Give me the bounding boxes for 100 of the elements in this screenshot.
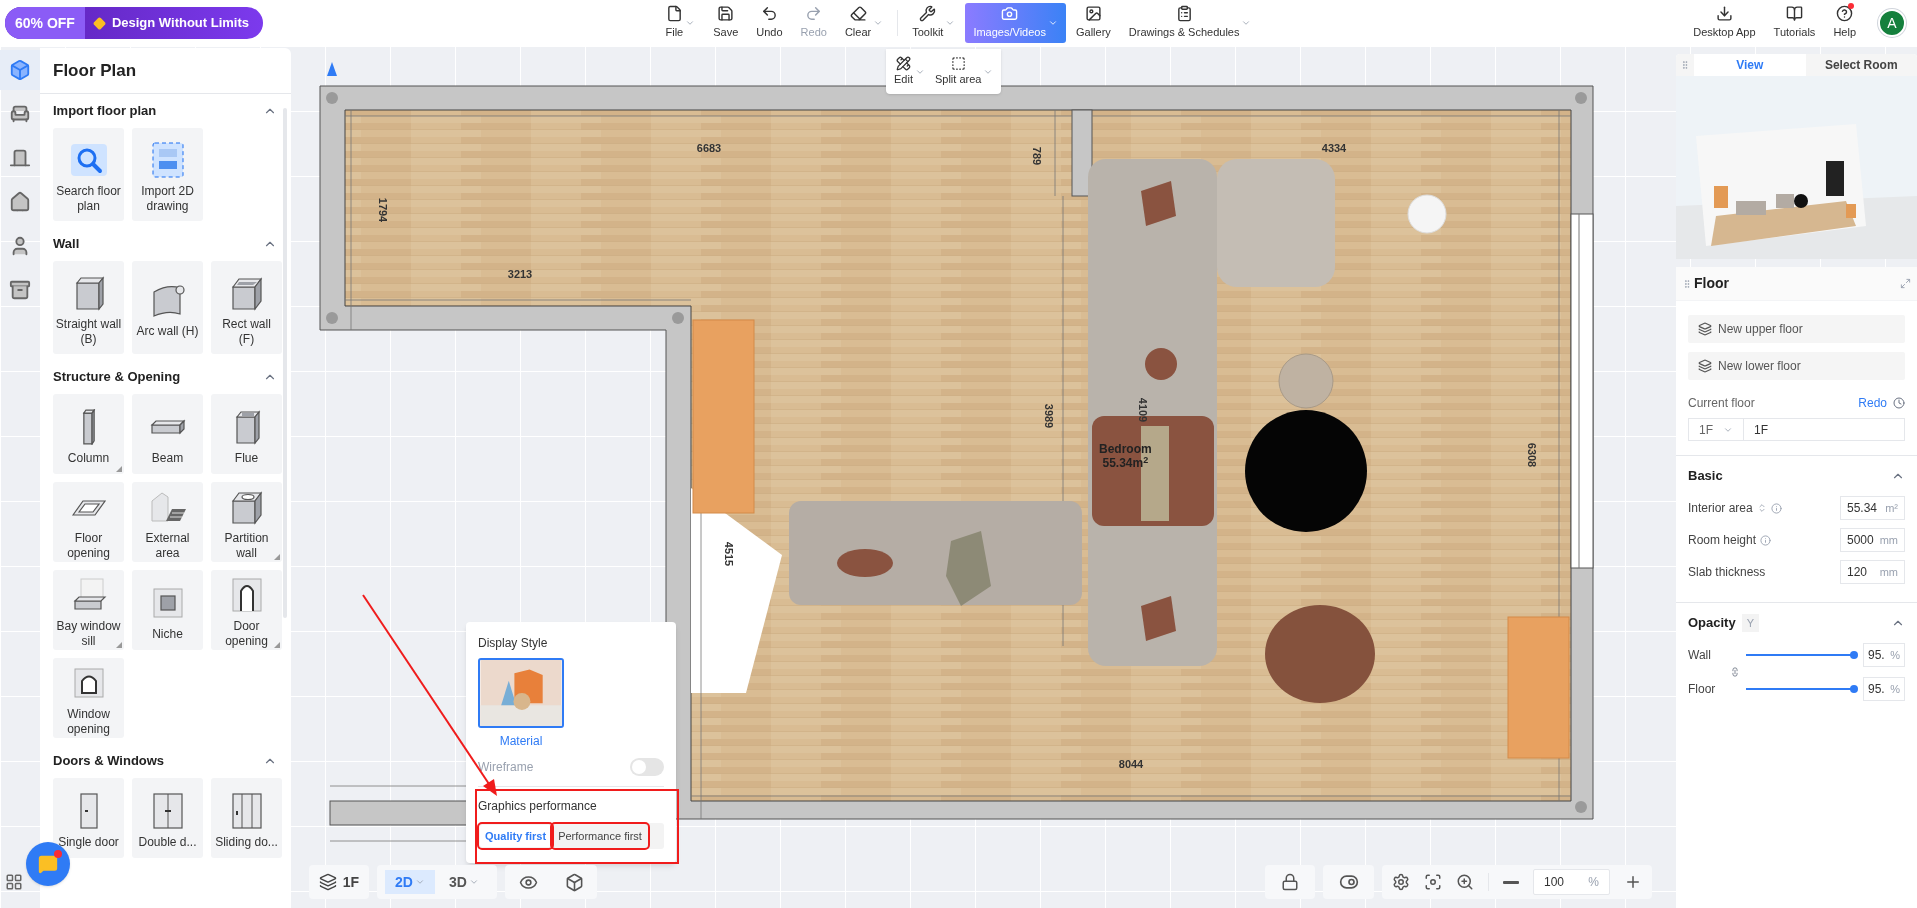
panel-title: Floor Plan (40, 48, 291, 94)
toolbar-button[interactable]: Split area (934, 55, 994, 88)
toolbar-button[interactable]: Images/Videos (965, 3, 1066, 43)
library-tile[interactable]: Partition wall (211, 482, 282, 562)
clock-icon[interactable] (1893, 397, 1905, 409)
room-preview-drawing[interactable] (1676, 76, 1917, 259)
number-field[interactable]: 95. % (1863, 677, 1905, 701)
dimension-label: 4334 (1321, 140, 1347, 156)
rail-tab[interactable] (0, 50, 40, 90)
toolbar-button[interactable]: Drawings & Schedules (1120, 3, 1260, 43)
style-option[interactable]: Material (478, 658, 564, 750)
drag-handle-icon[interactable] (1680, 58, 1690, 72)
view-mode-tab[interactable]: 3D (438, 870, 489, 894)
wall-corner-marker[interactable] (1575, 92, 1587, 104)
view-settings-button[interactable] (1392, 873, 1410, 891)
library-tile[interactable]: Flue (211, 394, 282, 474)
wall-corner-marker[interactable] (672, 312, 684, 324)
field-label: Wall (1688, 647, 1712, 664)
download-icon (1715, 5, 1733, 23)
toolbar-button[interactable]: Clear (836, 3, 892, 43)
dimension-label: 1794 (376, 197, 391, 223)
library-tile[interactable]: Double d... (132, 778, 203, 858)
toolbar-button[interactable]: Undo (748, 3, 791, 43)
number-field[interactable]: 120 mm (1840, 560, 1905, 584)
dimension-label: 4109 (1136, 397, 1151, 423)
number-field[interactable]: 95. % (1863, 643, 1905, 667)
toolbar-button[interactable]: File (657, 3, 704, 43)
number-field[interactable]: 55.34 m² (1840, 496, 1905, 520)
panel-tab[interactable]: View (1694, 54, 1806, 76)
dimension-label: 4515 (722, 541, 737, 567)
popup-title: Display Style (478, 635, 549, 652)
floor-name-field[interactable]: 1F (1744, 418, 1905, 441)
zoom-out-button[interactable] (1503, 880, 1519, 884)
library-tile[interactable]: Door opening (211, 570, 282, 650)
promo-banner[interactable]: 60% OFF Design Without Limits (5, 7, 263, 39)
info-icon[interactable] (1760, 534, 1772, 546)
library-tile[interactable]: Window opening (53, 658, 124, 738)
expand-icon[interactable] (1900, 278, 1911, 289)
library-tile[interactable]: Bay window sill (53, 570, 124, 650)
library-tile[interactable]: Floor opening (53, 482, 124, 562)
section-header[interactable]: Doors & Windows (53, 744, 277, 778)
promo-text: Design Without Limits (110, 14, 250, 33)
toolbar-button[interactable]: Gallery (1067, 3, 1119, 43)
plus-icon (1624, 873, 1642, 891)
zoom-icon (1456, 873, 1474, 891)
floor-action-button[interactable]: New lower floor (1688, 352, 1905, 380)
toolbar-button[interactable]: Edit (894, 55, 925, 88)
zoom-field[interactable]: 100 % (1533, 869, 1610, 895)
library-tile[interactable]: Sliding do... (211, 778, 282, 858)
lock-button[interactable] (1281, 873, 1299, 891)
wall-corner-marker[interactable] (1575, 801, 1587, 813)
zoom-in-button[interactable] (1624, 873, 1642, 891)
number-field[interactable]: 5000 mm (1840, 528, 1905, 552)
floor-action-button[interactable]: New upper floor (1688, 315, 1905, 343)
library-tile[interactable]: Column (53, 394, 124, 474)
info-icon[interactable] (1770, 502, 1782, 514)
link-icon[interactable] (1730, 667, 1740, 677)
library-tile[interactable]: Rect wall (F) (211, 261, 282, 354)
library-tile[interactable]: Search floor plan (53, 128, 124, 221)
toolbar-button[interactable]: Tutorials (1767, 5, 1822, 41)
library-tile[interactable]: Single door (53, 778, 124, 858)
image-icon (1084, 5, 1102, 23)
section-header[interactable]: Import floor plan (53, 94, 277, 128)
wall-corner-marker[interactable] (326, 312, 338, 324)
toolbar-button[interactable]: Toolkit (904, 3, 964, 43)
display-style-button[interactable] (564, 872, 584, 892)
toolbar-button[interactable]: Save (705, 3, 747, 43)
help-icon (1836, 5, 1854, 23)
save-icon (717, 5, 735, 23)
dimension-label: 6308 (1525, 442, 1540, 468)
toolbar-button[interactable]: Desktop App (1687, 5, 1762, 41)
library-tile[interactable]: Arc wall (H) (132, 261, 203, 354)
toggle-button[interactable] (1338, 872, 1359, 892)
zoom-fit-button[interactable] (1456, 873, 1474, 891)
sort-icon[interactable] (1756, 503, 1767, 513)
segment-option[interactable]: Quality first (480, 825, 552, 847)
library-tile[interactable]: Niche (132, 570, 203, 650)
minus-icon (1503, 880, 1519, 884)
panel-tab[interactable]: Select Room (1805, 54, 1917, 76)
field-label: Current floor (1688, 395, 1755, 412)
toolbar-button[interactable]: Help (1827, 5, 1862, 41)
section-header[interactable]: Wall (53, 227, 277, 261)
wireframe-toggle[interactable] (630, 758, 664, 776)
dimension-label: 3989 (1042, 403, 1057, 429)
book-icon (1786, 5, 1803, 23)
library-tile[interactable]: External area (132, 482, 203, 562)
floor-select[interactable]: 1F (1688, 418, 1744, 441)
focus-button[interactable] (1424, 873, 1442, 891)
floor-button[interactable]: 1F (309, 865, 369, 899)
library-tile[interactable]: Straight wall (B) (53, 261, 124, 354)
layers-icon (318, 873, 337, 891)
redo-link[interactable]: Redo (1858, 394, 1887, 412)
user-avatar[interactable]: A (1878, 9, 1906, 37)
library-tile[interactable]: Import 2D drawing (132, 128, 203, 221)
segment-option[interactable]: Performance first (553, 825, 647, 847)
wireframe-label: Wireframe (478, 759, 534, 776)
wall-corner-marker[interactable] (326, 92, 338, 104)
discount-label: 60% OFF (5, 7, 85, 39)
section-header[interactable]: Structure & Opening (53, 360, 277, 394)
library-tile[interactable]: Beam (132, 394, 203, 474)
